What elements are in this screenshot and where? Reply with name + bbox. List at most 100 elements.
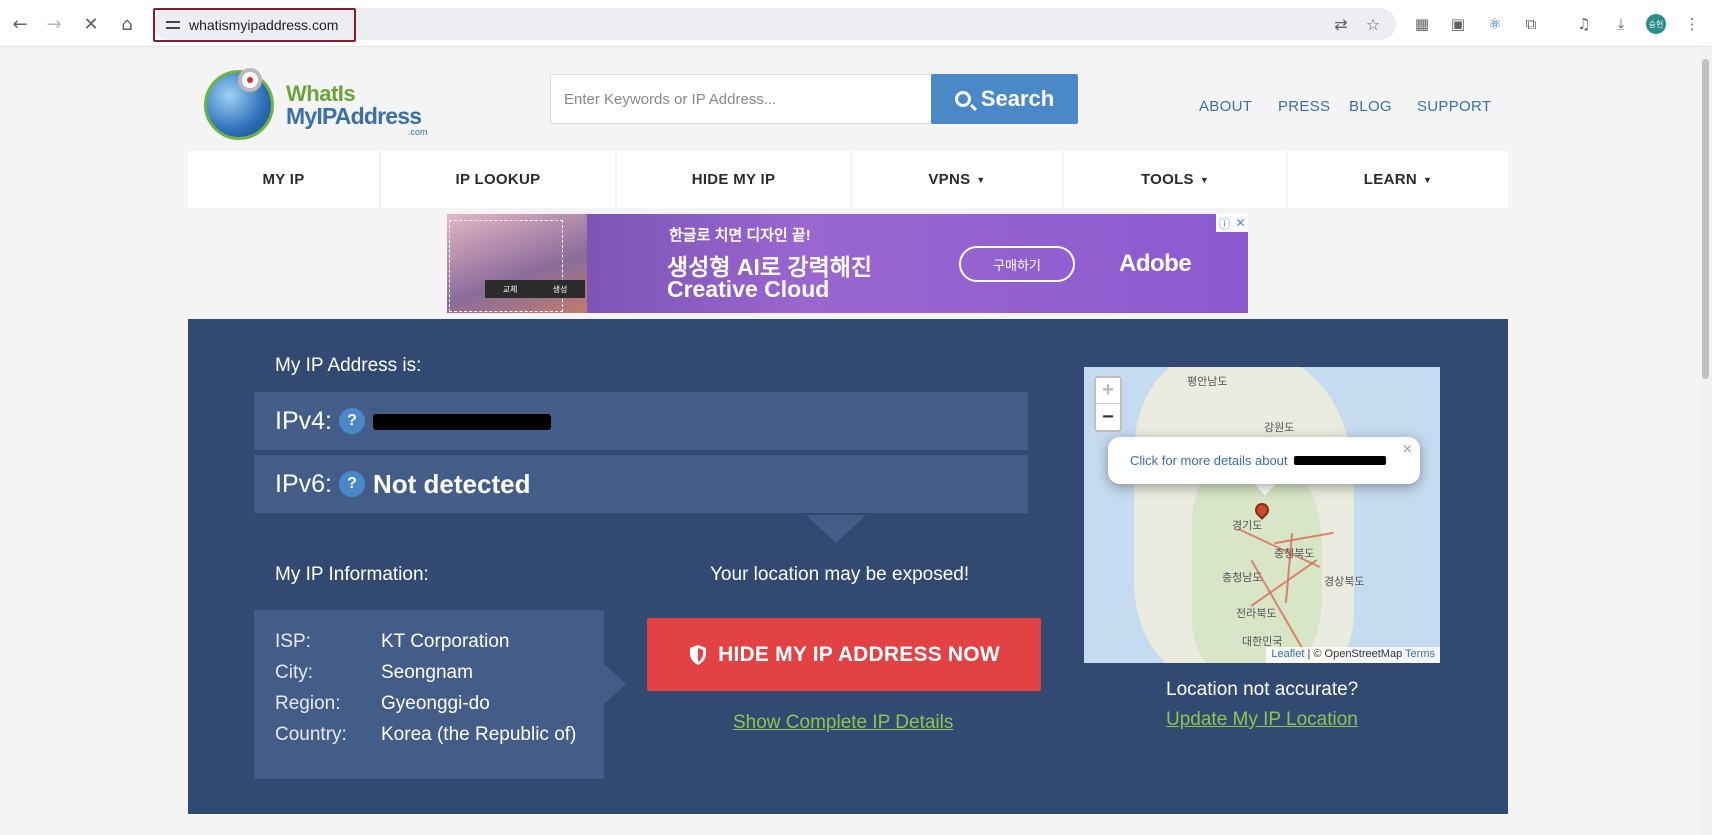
extensions-puzzle-icon[interactable]: ⧉ xyxy=(1519,12,1543,36)
terms-link[interactable]: Terms xyxy=(1405,648,1435,660)
popup-text: Click for more details about xyxy=(1130,453,1288,468)
map-popup[interactable]: Click for more details about × xyxy=(1108,437,1420,484)
nav-vpns[interactable]: VPNS ▼ xyxy=(852,151,1062,208)
info-value: Gyeonggi-do xyxy=(381,693,490,714)
main-nav: MY IP IP LOOKUP HIDE MY IP VPNS ▼ TOOLS ▼ … xyxy=(188,151,1508,208)
download-icon[interactable]: ⤓ xyxy=(1609,12,1633,36)
ad-buy-button[interactable]: 구매하기 xyxy=(959,246,1075,282)
show-ip-details-link[interactable]: Show Complete IP Details xyxy=(733,712,953,734)
zoom-out-button[interactable]: − xyxy=(1096,404,1120,430)
about-link[interactable]: ABOUT xyxy=(1199,98,1252,115)
map-place-label: 충청남도 xyxy=(1222,572,1263,584)
ad-image: 교체 생성 xyxy=(447,214,587,313)
exposure-warning: Your location may be exposed! xyxy=(710,564,970,585)
home-icon[interactable]: ⌂ xyxy=(113,10,141,38)
location-map[interactable]: 평안남도 강원도 경기도 충청북도 충청남도 경상북도 전라북도 대한민국 + … xyxy=(1084,367,1440,663)
leaflet-link[interactable]: Leaflet xyxy=(1271,648,1304,660)
ipv4-row: IPv4: ? xyxy=(254,392,1028,450)
search-input[interactable]: Enter Keywords or IP Address... xyxy=(550,74,932,124)
nav-tools[interactable]: TOOLS ▼ xyxy=(1064,151,1286,208)
map-place-label: 경기도 xyxy=(1232,520,1263,532)
info-box-pointer xyxy=(604,664,626,704)
media-control-icon[interactable]: ♫ xyxy=(1572,12,1596,36)
search-icon xyxy=(954,91,971,107)
nav-hide-my-ip[interactable]: HIDE MY IP xyxy=(617,151,850,208)
info-row-city: City: Seongnam xyxy=(275,662,473,684)
info-value: KT Corporation xyxy=(381,631,510,652)
ipv6-row: IPv6: ? Not detected xyxy=(254,455,1028,513)
ad-image-frame xyxy=(449,220,563,312)
map-place-label: 전라북도 xyxy=(1236,608,1277,620)
update-location-link[interactable]: Update My IP Location xyxy=(1166,709,1358,731)
search-button[interactable]: Search xyxy=(931,74,1078,124)
qr-extension-icon[interactable]: ▦ xyxy=(1410,12,1434,36)
map-zoom-control: + − xyxy=(1094,376,1122,432)
image-extension-icon[interactable]: ▣ xyxy=(1446,12,1470,36)
forward-icon[interactable]: → xyxy=(40,10,68,38)
logo-text-domain: .com xyxy=(408,127,428,137)
location-pin-icon xyxy=(238,68,262,92)
url-field[interactable]: whatismyipaddress.com xyxy=(153,8,356,42)
react-extension-icon[interactable]: ⚛ xyxy=(1483,12,1507,36)
nav-label: VPNS xyxy=(928,171,971,188)
location-question: Location not accurate? xyxy=(1166,679,1359,700)
press-link[interactable]: PRESS xyxy=(1278,98,1330,115)
ad-close-icon[interactable]: ✕ xyxy=(1235,216,1245,230)
support-link[interactable]: SUPPORT xyxy=(1417,98,1491,115)
bookmark-star-icon[interactable]: ☆ xyxy=(1362,13,1384,35)
url-text: whatismyipaddress.com xyxy=(189,17,339,33)
ipv4-label: IPv4: xyxy=(275,406,332,435)
translate-icon[interactable]: ⇄ xyxy=(1330,13,1352,35)
ad-image-button: 교체 xyxy=(502,284,518,294)
menu-kebab-icon[interactable]: ⋮ xyxy=(1680,12,1704,36)
ipv6-label: IPv6: xyxy=(275,469,332,498)
nav-label: TOOLS xyxy=(1140,171,1194,188)
help-icon[interactable]: ? xyxy=(338,408,365,434)
stop-icon[interactable]: ✕ xyxy=(77,10,105,38)
ipv6-value: Not detected xyxy=(372,468,531,499)
site-logo[interactable]: WhatIs MyIPAddress .com xyxy=(204,68,436,146)
ad-brand-logo: Adobe xyxy=(1119,250,1192,277)
help-icon[interactable]: ? xyxy=(338,471,365,497)
ip-row-pointer xyxy=(806,515,866,543)
info-row-region: Region: Gyeonggi-do xyxy=(275,693,490,715)
info-key: City: xyxy=(275,662,313,683)
caret-down-icon: ▼ xyxy=(1422,174,1433,185)
blog-link[interactable]: BLOG xyxy=(1349,98,1392,115)
browser-toolbar: ← → ✕ ⌂ whatismyipaddress.com ⇄ ☆ ▦ ▣ ⚛ … xyxy=(0,0,1712,47)
map-place-label: 평안남도 xyxy=(1187,376,1228,388)
nav-label: MY IP xyxy=(262,171,305,188)
ad-info-icon[interactable]: ⓘ xyxy=(1218,215,1230,232)
ad-image-button: 생성 xyxy=(552,284,568,294)
ad-banner[interactable]: 교체 생성 한글로 치면 디자인 끝! 생성형 AI로 강력해진 Creativ… xyxy=(447,214,1248,313)
page-scrollbar[interactable] xyxy=(1699,47,1712,835)
caret-down-icon: ▼ xyxy=(976,174,986,185)
hide-ip-button-label: HIDE MY IP ADDRESS NOW xyxy=(718,642,1000,666)
ip-info-panel: My IP Address is: IPv4: ? IPv6: ? Not de… xyxy=(188,319,1508,814)
caret-down-icon: ▼ xyxy=(1199,174,1210,185)
profile-avatar[interactable]: 승헌 xyxy=(1646,14,1666,34)
map-attribution: Leaflet | © OpenStreetMap Terms xyxy=(1266,647,1440,663)
osm-attribution: | © OpenStreetMap xyxy=(1307,648,1403,660)
nav-ip-lookup[interactable]: IP LOOKUP xyxy=(381,151,615,208)
info-row-country: Country: Korea (the Republic of) xyxy=(275,724,576,746)
zoom-in-button[interactable]: + xyxy=(1096,378,1120,404)
hide-ip-button[interactable]: HIDE MY IP ADDRESS NOW xyxy=(647,618,1041,691)
site-info-icon[interactable] xyxy=(165,17,181,33)
ad-choices[interactable]: ⓘ ✕ xyxy=(1216,214,1248,232)
info-key: Country: xyxy=(275,724,347,745)
popup-redacted-ip[interactable] xyxy=(1293,456,1386,465)
info-key: Region: xyxy=(275,693,341,714)
info-value: Korea (the Republic of) xyxy=(381,724,577,745)
back-icon[interactable]: ← xyxy=(6,10,34,38)
ip-info-box: ISP: KT Corporation City: Seongnam Region:… xyxy=(254,610,604,779)
ip-heading: My IP Address is: xyxy=(275,355,422,376)
nav-my-ip[interactable]: MY IP xyxy=(188,151,379,208)
info-key: ISP: xyxy=(275,631,311,652)
popup-pointer xyxy=(1253,483,1277,495)
ad-image-toolbar: 교체 생성 xyxy=(485,280,585,298)
scrollbar-thumb[interactable] xyxy=(1702,59,1709,379)
nav-learn[interactable]: LEARN ▼ xyxy=(1288,151,1508,208)
popup-close-icon[interactable]: × xyxy=(1403,441,1412,459)
ipv4-redacted-value[interactable] xyxy=(372,414,551,430)
